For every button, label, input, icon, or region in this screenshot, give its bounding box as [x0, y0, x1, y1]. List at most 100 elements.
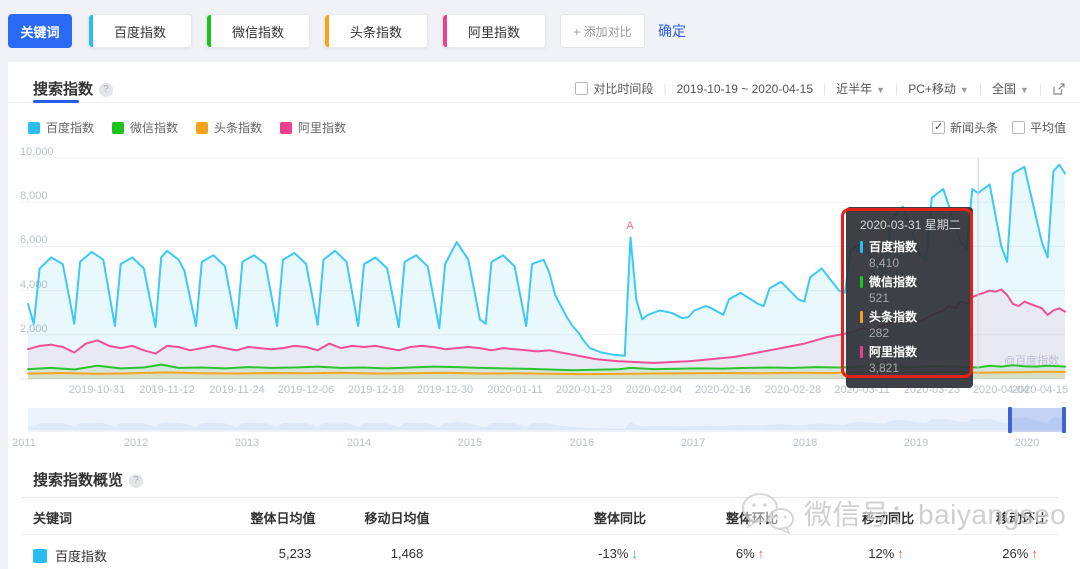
timeline-year: 2020 [1015, 437, 1039, 449]
timeline-year: 2014 [347, 437, 371, 449]
external-link-icon[interactable] [1052, 82, 1066, 96]
time-span-value: 近半年 [836, 82, 872, 96]
x-tick: 2020-02-28 [765, 384, 821, 396]
y-tick: 4,000 [20, 279, 48, 291]
help-icon[interactable]: ? [129, 474, 143, 488]
date-range[interactable]: 2019-10-19 ~ 2020-04-15 [677, 82, 813, 96]
legend-swatch [28, 122, 40, 134]
keyword-color-strip [325, 15, 329, 47]
keyword-card-weixin[interactable]: 微信指数 [206, 14, 310, 48]
timeline-year: 2016 [570, 437, 594, 449]
checkbox-icon [575, 82, 588, 95]
x-tick: 2020-04-15 [1012, 384, 1068, 396]
keyword-card-toutiao[interactable]: 头条指数 [324, 14, 428, 48]
keyword-card-baidu[interactable]: 百度指数 [88, 14, 192, 48]
compare-period-label: 对比时间段 [593, 82, 653, 96]
page: 关键词 百度指数 微信指数 头条指数 阿里指数 + 添加对比 确定 搜索指数? … [0, 0, 1080, 569]
chart-controls: 对比时间段 | 2019-10-19 ~ 2020-04-15 | 近半年 ▼ |… [575, 80, 1066, 97]
timeline-year: 2013 [235, 437, 259, 449]
y-tick: 10,000 [20, 146, 54, 158]
cell-mobile-mom: 26%↑ [1002, 546, 1038, 561]
timeline-year: 2012 [124, 437, 148, 449]
legend-swatch [280, 122, 292, 134]
chevron-down-icon: ▼ [1020, 85, 1029, 95]
time-span-dropdown[interactable]: 近半年 ▼ [836, 80, 885, 97]
help-icon[interactable]: ? [99, 83, 113, 97]
region-value: 全国 [992, 82, 1016, 96]
cell-overall-daily-avg: 5,233 [279, 546, 312, 561]
value: 26% [1002, 546, 1028, 561]
region-dropdown[interactable]: 全国 ▼ [992, 80, 1029, 97]
keyword-label: 阿里指数 [468, 22, 520, 41]
timeline-year: 2011 [12, 437, 36, 449]
keyword-card-ali[interactable]: 阿里指数 [442, 14, 546, 48]
arrow-up-icon: ↑ [758, 546, 765, 561]
keyword-label: 微信指数 [232, 22, 284, 41]
x-tick: 2019-12-30 [417, 384, 473, 396]
legend-item-ali[interactable]: 阿里指数 [280, 119, 346, 136]
header-divider [8, 102, 1080, 103]
arrow-up-icon: ↑ [897, 546, 904, 561]
x-tick: 2019-11-24 [209, 384, 264, 396]
timeline-handle-left[interactable] [1008, 407, 1012, 433]
cell-mobile-yoy: 12%↑ [868, 546, 904, 561]
legend-item-baidu[interactable]: 百度指数 [28, 119, 94, 136]
confirm-button[interactable]: 确定 [658, 21, 686, 41]
divider: | [823, 82, 826, 96]
timeline-handle-right[interactable] [1062, 407, 1066, 433]
table-row-keyword: 百度指数 [33, 546, 107, 565]
cell-overall-mom: 6%↑ [736, 546, 764, 561]
x-tick: 2019-11-12 [139, 384, 194, 396]
value: 6% [736, 546, 755, 561]
timeline-year: 2018 [793, 437, 817, 449]
checkbox-icon [1012, 121, 1025, 134]
chevron-down-icon: ▼ [876, 85, 885, 95]
x-tick: 2020-02-04 [626, 384, 682, 396]
keyword-color-strip [443, 15, 447, 47]
cell-mobile-daily-avg: 1,468 [391, 546, 424, 561]
overview-title: 搜索指数概览? [33, 469, 143, 490]
y-tick: 6,000 [20, 234, 48, 246]
col-header-keyword: 关键词 [33, 508, 72, 527]
divider: | [1039, 82, 1042, 96]
device-dropdown[interactable]: PC+移动▼ [908, 80, 969, 97]
tab-label: 搜索指数 [33, 81, 93, 98]
keyword-label: 头条指数 [350, 22, 402, 41]
legend-label: 头条指数 [214, 119, 262, 136]
checkbox-checked-icon [932, 121, 945, 134]
compare-period-checkbox[interactable]: 对比时间段 [575, 80, 653, 97]
col-header-overall-daily-avg: 整体日均值 [250, 508, 315, 527]
row-keyword-label: 百度指数 [55, 546, 107, 565]
add-compare-button[interactable]: + 添加对比 [560, 14, 645, 48]
average-label: 平均值 [1030, 121, 1066, 135]
keyword-color-strip [89, 15, 93, 47]
col-header-mobile-daily-avg: 移动日均值 [364, 508, 429, 527]
watermark-text: 微信号：baiyangseo [804, 493, 1066, 533]
timeline-track[interactable] [28, 408, 1065, 432]
x-tick: 2019-12-18 [348, 384, 404, 396]
chart-legend: 百度指数 微信指数 头条指数 阿里指数 [28, 119, 346, 136]
overview-title-label: 搜索指数概览 [33, 472, 123, 489]
divider: | [979, 82, 982, 96]
page-watermark: 微信号：baiyangseo [738, 490, 1066, 536]
keyword-button[interactable]: 关键词 [8, 14, 72, 48]
average-checkbox[interactable]: 平均值 [1012, 119, 1066, 136]
chart-options: 新闻头条 平均值 [932, 119, 1066, 136]
legend-item-toutiao[interactable]: 头条指数 [196, 119, 262, 136]
tab-search-index[interactable]: 搜索指数? [33, 78, 113, 99]
legend-label: 阿里指数 [298, 119, 346, 136]
x-tick: 2019-10-31 [69, 384, 125, 396]
value: -13% [598, 546, 628, 561]
tab-active-indicator [33, 100, 79, 103]
device-value: PC+移动 [908, 82, 956, 96]
news-annotation-marker[interactable]: A [626, 220, 633, 232]
arrow-down-icon: ↓ [631, 546, 638, 561]
x-tick: 2020-02-16 [695, 384, 751, 396]
legend-label: 微信指数 [130, 119, 178, 136]
news-headlines-checkbox[interactable]: 新闻头条 [932, 119, 998, 136]
keyword-color-strip [207, 15, 211, 47]
legend-label: 百度指数 [46, 119, 94, 136]
timeline-selection[interactable] [1010, 408, 1064, 432]
cell-overall-yoy: -13%↓ [598, 546, 638, 561]
legend-item-weixin[interactable]: 微信指数 [112, 119, 178, 136]
